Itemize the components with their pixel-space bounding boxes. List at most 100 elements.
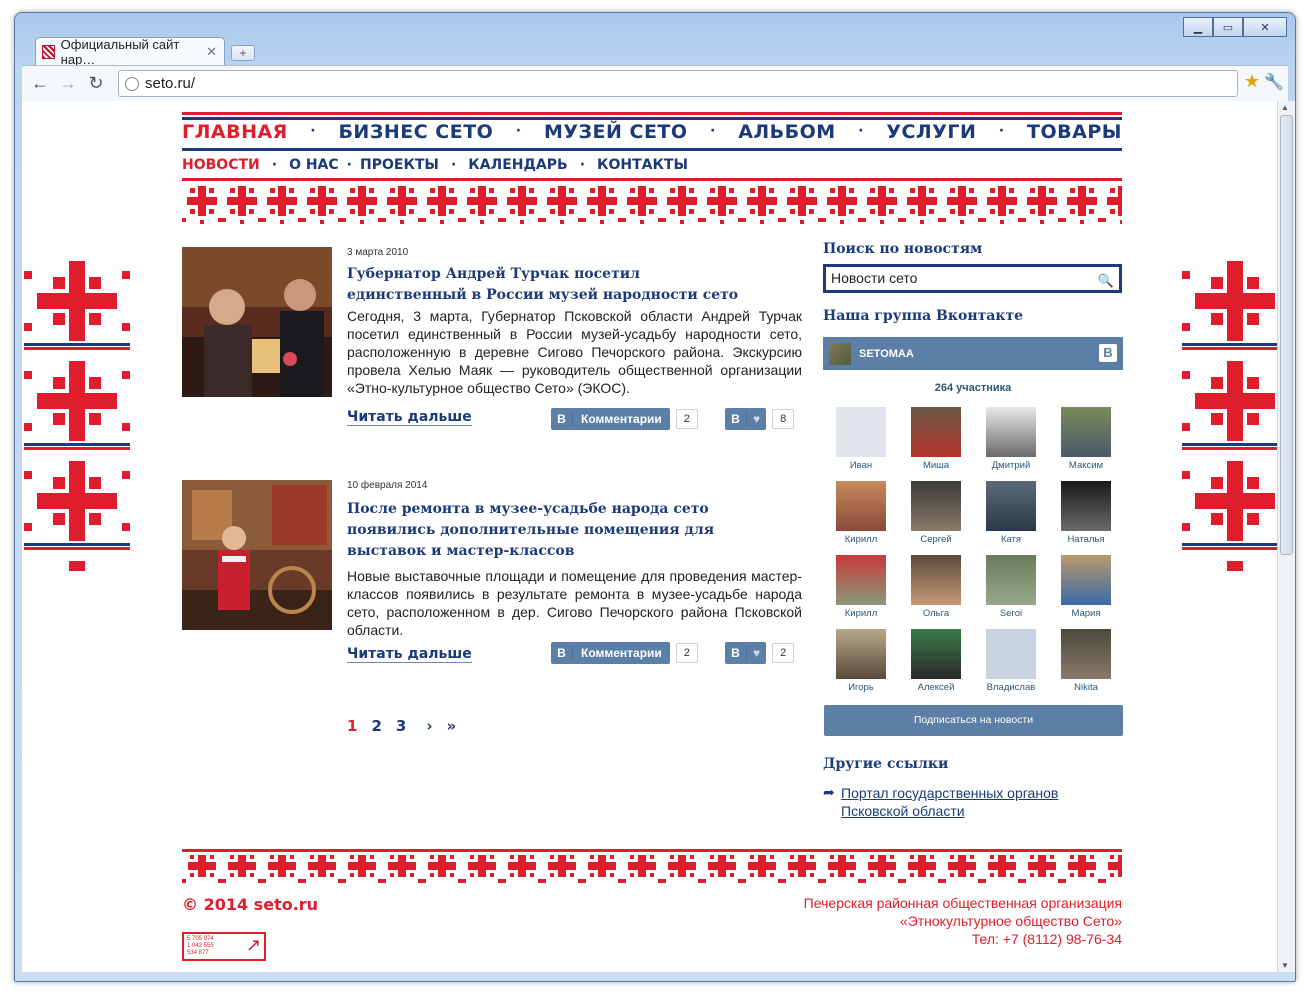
news-title[interactable]: После ремонта в музее-усадьбе народа сет… bbox=[347, 499, 782, 562]
vk-logo-icon: B bbox=[1099, 344, 1117, 362]
member-avatar bbox=[1061, 629, 1111, 679]
read-more-link[interactable]: Читать дальше bbox=[347, 409, 472, 426]
sub-menu: НОВОСТИ · О НАС · ПРОЕКТЫ · КАЛЕНДАРЬ · … bbox=[182, 157, 688, 173]
member-item[interactable]: Мария bbox=[1060, 555, 1112, 619]
heart-icon: ♥ bbox=[753, 646, 761, 660]
group-avatar bbox=[829, 342, 851, 365]
address-bar[interactable]: seto.ru/ bbox=[118, 70, 1238, 97]
maximize-button[interactable]: ▭ bbox=[1213, 17, 1243, 37]
new-tab-button[interactable]: + bbox=[231, 45, 255, 61]
member-item[interactable]: Владислав bbox=[985, 629, 1037, 693]
comments-count: 2 bbox=[675, 409, 698, 429]
member-item[interactable]: Алексей bbox=[910, 629, 962, 693]
member-item[interactable]: Миша bbox=[910, 407, 962, 471]
menu-separator: · bbox=[310, 123, 317, 139]
submenu-item-contacts[interactable]: КОНТАКТЫ bbox=[597, 157, 688, 173]
vk-comments-button[interactable]: В Комментарии bbox=[551, 408, 670, 430]
menu-item-business[interactable]: БИЗНЕС СЕТО bbox=[338, 121, 493, 143]
submenu-item-about[interactable]: О НАС bbox=[289, 157, 339, 173]
member-item[interactable]: Игорь bbox=[835, 629, 887, 693]
comments-label: Комментарии bbox=[581, 412, 662, 426]
vk-like-button[interactable]: В ♥ bbox=[725, 408, 767, 430]
read-more-link[interactable]: Читать дальше bbox=[347, 646, 472, 663]
heart-icon: ♥ bbox=[753, 412, 761, 426]
submenu-item-calendar[interactable]: КАЛЕНДАРЬ bbox=[468, 157, 567, 173]
wrench-menu-icon[interactable]: 🔧 bbox=[1264, 72, 1284, 92]
member-avatar bbox=[986, 407, 1036, 457]
menu-separator: · bbox=[579, 157, 586, 173]
news-text: Новые выставочные площади и помещение дл… bbox=[347, 568, 802, 638]
visit-counter[interactable]: 5 705 974 1 042 555 534 877 ↗ bbox=[182, 932, 266, 961]
member-item[interactable]: Максим bbox=[1060, 407, 1112, 471]
browser-tab[interactable]: Официальный сайт нар… ✕ bbox=[35, 36, 225, 67]
menu-separator: · bbox=[271, 157, 278, 173]
scroll-down-icon[interactable]: ▼ bbox=[1281, 961, 1289, 970]
next-page-icon[interactable]: › bbox=[426, 717, 432, 735]
member-item[interactable]: Ольга bbox=[910, 555, 962, 619]
member-item[interactable]: Nikita bbox=[1060, 629, 1112, 693]
news-photo-1[interactable] bbox=[182, 247, 332, 397]
member-name: Миша bbox=[922, 460, 950, 471]
comments-label: Комментарии bbox=[581, 646, 662, 660]
member-avatar bbox=[836, 555, 886, 605]
likes-count: 2 bbox=[772, 643, 795, 663]
search-input[interactable]: Новости сето 🔍 bbox=[823, 264, 1122, 293]
comments-count: 2 bbox=[675, 643, 698, 663]
member-item[interactable]: Сергей bbox=[910, 481, 962, 545]
member-item[interactable]: Наталья bbox=[1060, 481, 1112, 545]
member-item[interactable]: Иван bbox=[835, 407, 887, 471]
menu-item-main[interactable]: ГЛАВНАЯ bbox=[182, 121, 288, 143]
tab-close-icon[interactable]: ✕ bbox=[206, 44, 217, 60]
footer-ornament bbox=[182, 849, 1122, 883]
org-line: «Этнокультурное общество Сето» bbox=[899, 913, 1122, 929]
close-window-button[interactable]: ✕ bbox=[1243, 17, 1287, 37]
back-button[interactable]: ← bbox=[28, 73, 52, 94]
tab-title: Официальный сайт нар… bbox=[60, 36, 180, 67]
bookmark-star-icon[interactable]: ★ bbox=[1244, 71, 1260, 92]
scroll-thumb[interactable] bbox=[1280, 115, 1293, 555]
vk-like-button[interactable]: В ♥ bbox=[725, 642, 767, 664]
vk-comments-button[interactable]: В Комментарии bbox=[551, 642, 670, 664]
gov-portal-link[interactable]: Портал государственных органов Псковской… bbox=[841, 784, 1101, 820]
page-1[interactable]: 1 bbox=[347, 717, 357, 735]
minimize-button[interactable]: ▁ bbox=[1183, 17, 1213, 37]
menu-item-services[interactable]: УСЛУГИ bbox=[886, 121, 976, 143]
news-title[interactable]: Губернатор Андрей Турчак посетил единств… bbox=[347, 264, 757, 306]
vk-icon: В bbox=[725, 646, 747, 660]
member-item[interactable]: Кирилл bbox=[835, 481, 887, 545]
member-avatar bbox=[836, 629, 886, 679]
member-item[interactable]: Катя bbox=[985, 481, 1037, 545]
org-info: Печерская районная общественная организа… bbox=[804, 894, 1122, 948]
news-photo-2[interactable] bbox=[182, 480, 332, 630]
menu-item-museum[interactable]: МУЗЕЙ СЕТО bbox=[544, 121, 688, 143]
reload-button[interactable]: ↻ bbox=[84, 73, 108, 94]
forward-button[interactable]: → bbox=[56, 73, 80, 94]
member-item[interactable]: Дмитрий bbox=[985, 407, 1037, 471]
vk-comments: В Комментарии 2 bbox=[551, 642, 698, 664]
vk-group-header[interactable]: SETOMAA B bbox=[823, 337, 1123, 370]
arrow-icon: ↗ bbox=[245, 935, 261, 955]
member-item[interactable]: Seroi bbox=[985, 555, 1037, 619]
member-avatar bbox=[1061, 555, 1111, 605]
pagination: 1 2 3 › » bbox=[347, 717, 456, 735]
vk-like: В ♥ 8 bbox=[725, 408, 795, 430]
member-name: Мария bbox=[1071, 608, 1101, 619]
member-item[interactable]: Кирилл bbox=[835, 555, 887, 619]
header-stripe-blue bbox=[182, 117, 1122, 120]
submenu-item-projects[interactable]: ПРОЕКТЫ bbox=[360, 157, 439, 173]
url-text: seto.ru/ bbox=[145, 75, 196, 92]
link-arrow-icon: ➦ bbox=[823, 784, 835, 800]
search-icon[interactable]: 🔍 bbox=[1098, 269, 1114, 292]
member-name: Дмитрий bbox=[991, 460, 1031, 471]
page-2[interactable]: 2 bbox=[371, 717, 381, 735]
subscribe-button[interactable]: Подписаться на новости bbox=[824, 705, 1123, 736]
menu-item-goods[interactable]: ТОВАРЫ bbox=[1027, 121, 1122, 143]
last-page-icon[interactable]: » bbox=[447, 717, 457, 735]
globe-icon bbox=[125, 76, 139, 91]
page-3[interactable]: 3 bbox=[396, 717, 406, 735]
member-name: Алексей bbox=[917, 682, 955, 693]
scroll-up-icon[interactable]: ▲ bbox=[1281, 103, 1289, 112]
menu-item-album[interactable]: АЛЬБОМ bbox=[738, 121, 836, 143]
submenu-item-news[interactable]: НОВОСТИ bbox=[182, 157, 260, 173]
vertical-scrollbar[interactable]: ▲ ▼ bbox=[1277, 101, 1295, 972]
